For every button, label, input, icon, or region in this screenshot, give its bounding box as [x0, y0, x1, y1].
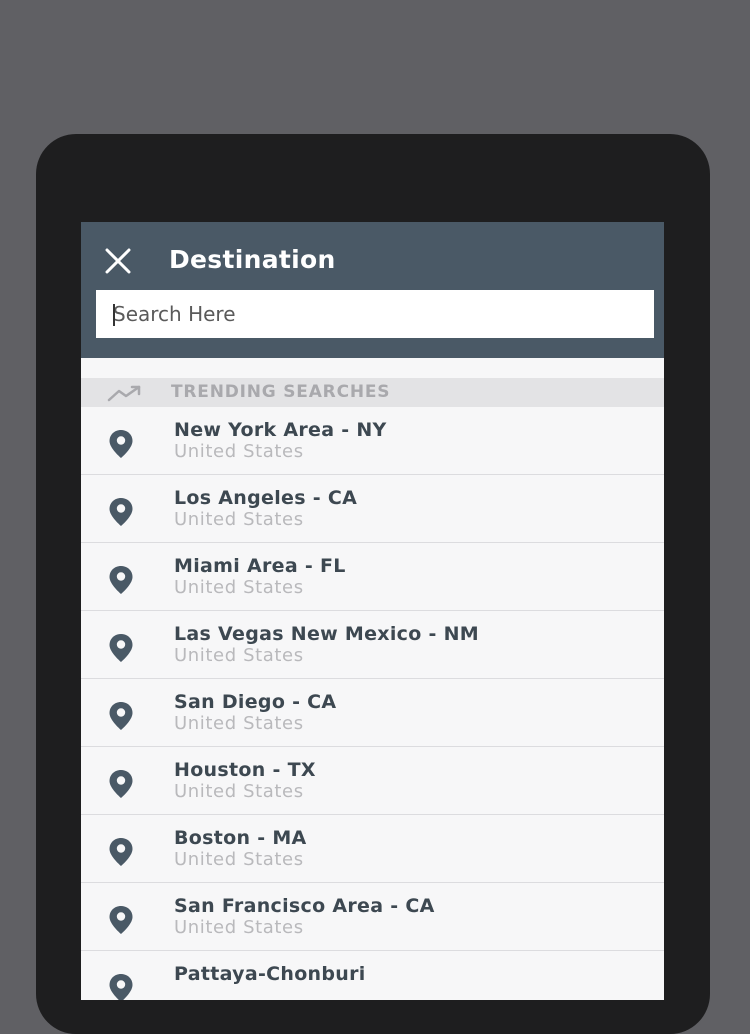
- list-item[interactable]: San Diego - CA United States: [81, 679, 664, 747]
- destination-list: New York Area - NY United States Los Ang…: [81, 407, 664, 1000]
- list-item[interactable]: New York Area - NY United States: [81, 407, 664, 475]
- destination-title: Pattaya-Chonburi: [174, 963, 366, 985]
- app-screen: Destination TRENDING SEARCHES New York A…: [81, 222, 664, 1000]
- map-pin-icon: [109, 498, 133, 526]
- destination-country: United States: [174, 645, 304, 666]
- list-item[interactable]: Miami Area - FL United States: [81, 543, 664, 611]
- trending-up-icon: [107, 385, 141, 402]
- destination-title: Los Angeles - CA: [174, 487, 358, 509]
- page-title: Destination: [169, 245, 336, 274]
- destination-title: San Francisco Area - CA: [174, 895, 435, 917]
- section-title: TRENDING SEARCHES: [171, 382, 391, 402]
- map-pin-icon: [109, 770, 133, 798]
- list-item[interactable]: Houston - TX United States: [81, 747, 664, 815]
- search-input[interactable]: [96, 290, 654, 338]
- destination-country: United States: [174, 849, 304, 870]
- destination-country: United States: [174, 577, 304, 598]
- map-pin-icon: [109, 430, 133, 458]
- close-icon: [105, 248, 131, 274]
- text-caret: [113, 304, 115, 326]
- destination-country: United States: [174, 509, 304, 530]
- destination-title: New York Area - NY: [174, 419, 387, 441]
- close-button[interactable]: [103, 246, 133, 276]
- list-item[interactable]: Pattaya-Chonburi: [81, 951, 664, 1000]
- destination-title: Miami Area - FL: [174, 555, 346, 577]
- destination-title: San Diego - CA: [174, 691, 337, 713]
- destination-title: Las Vegas New Mexico - NM: [174, 623, 480, 645]
- destination-country: United States: [174, 781, 304, 802]
- map-pin-icon: [109, 634, 133, 662]
- map-pin-icon: [109, 906, 133, 934]
- map-pin-icon: [109, 838, 133, 866]
- map-pin-icon: [109, 702, 133, 730]
- list-item[interactable]: Boston - MA United States: [81, 815, 664, 883]
- list-item[interactable]: Las Vegas New Mexico - NM United States: [81, 611, 664, 679]
- destination-country: United States: [174, 713, 304, 734]
- destination-title: Houston - TX: [174, 759, 316, 781]
- map-pin-icon: [109, 566, 133, 594]
- destination-title: Boston - MA: [174, 827, 307, 849]
- map-pin-icon: [109, 974, 133, 1000]
- destination-country: United States: [174, 917, 304, 938]
- list-item[interactable]: San Francisco Area - CA United States: [81, 883, 664, 951]
- trending-section-header: TRENDING SEARCHES: [81, 378, 664, 407]
- list-item[interactable]: Los Angeles - CA United States: [81, 475, 664, 543]
- destination-country: United States: [174, 441, 304, 462]
- destination-header: Destination: [81, 222, 664, 358]
